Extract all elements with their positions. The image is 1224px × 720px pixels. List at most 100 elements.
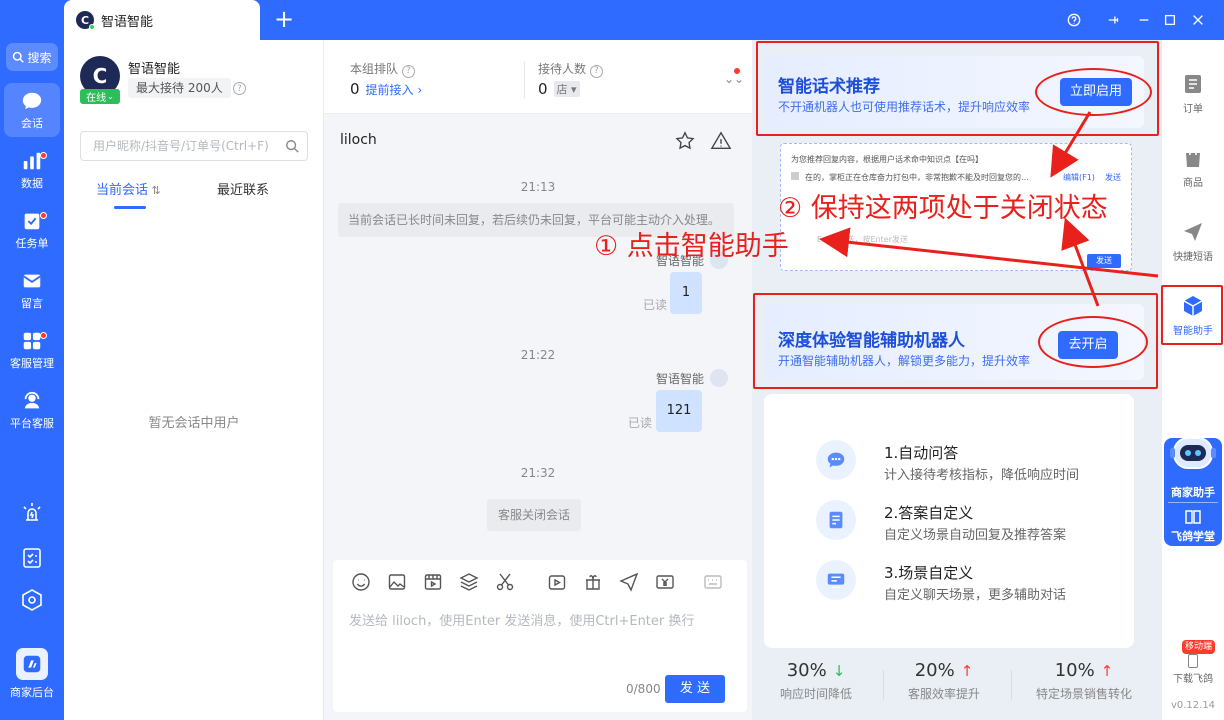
video-icon[interactable] [423,572,443,592]
feature-title: 3.场景自定义 [884,564,974,582]
merchant-assistant-widget[interactable]: 商家助手 飞鸽学堂 [1164,437,1222,546]
pin-icon[interactable] [1104,10,1124,30]
right-toolbar: 订单 商品 快捷短语 智能助手 商家助手 飞鸽学堂 移动端 下载飞鸽 v0.12… [1162,40,1224,720]
chat-panel: 本组排队 ? 0 提前接入 › 接待人数 ? 0 店 ▾ ⌄⌄ liloch 21:… [324,40,752,720]
close-icon[interactable] [1188,10,1208,30]
gift-icon[interactable] [583,572,603,592]
checklist-icon[interactable] [20,546,44,570]
annotation-step1: ① 点击智能助手 [594,231,789,262]
rightbar-item-quick-phrases[interactable]: 快捷短语 [1162,220,1224,263]
order-icon [1185,75,1201,93]
scene-edit-icon [816,560,856,600]
nav-item-label: 数据 [21,176,43,190]
max-reception: 最大接待 200人 [128,78,231,98]
nav-item-platform-cs[interactable]: 平台客服 [4,383,60,437]
alarm-icon[interactable] [20,500,44,524]
help-circle-icon[interactable]: ? [401,64,415,78]
reception-label: 接待人数 ? [538,60,603,78]
features-card: 1.自动问答 计入接待考核指标，降低响应时间 2.答案自定义 自定义场景自动回复… [764,394,1134,648]
store-tag[interactable]: 店 ▾ [553,81,580,97]
early-access-label: 提前接入 [365,82,414,97]
merchant-backend-logo-icon [16,648,48,680]
keyboard-icon[interactable] [703,572,723,592]
notification-dot [734,68,740,74]
early-access-link[interactable]: 提前接入 › [366,81,423,98]
reception-value: 0 [538,80,548,98]
tab-current-sessions[interactable]: 当前会话 ⇅ [96,179,161,198]
contact-search-input[interactable]: 用户昵称/抖音号/订单号(Ctrl+F) [80,131,308,161]
online-status-toggle[interactable]: 在线 ⌄ [80,89,120,104]
image-icon[interactable] [387,572,407,592]
title-bar: C 智语智能 + [64,0,1224,40]
metric-response-time: 30% ↓ 响应时间降低 [754,660,878,702]
metric-label: 响应时间降低 [779,687,852,701]
help-icon[interactable] [1064,10,1084,30]
layers-icon[interactable] [459,572,479,592]
message-composer: 发送给 liloch，使用Enter 发送消息，使用Ctrl+Enter 换行 … [333,560,747,712]
metric-value: 30% [786,660,827,681]
emoji-icon[interactable] [351,572,371,592]
send-button[interactable]: 发 送 [665,675,725,703]
tab-recent-contacts[interactable]: 最近联系 [217,179,269,198]
phone-icon [1188,654,1198,668]
chat-bubbles-icon [816,440,856,480]
preview-line: 为您推荐回复内容，根据用户话术命中知识点【在吗】 [791,155,983,164]
yuan-coupon-icon[interactable] [655,572,675,592]
nav-item-session[interactable]: 会话 [4,83,60,137]
collapse-chevron-icon[interactable]: ⌄⌄ [724,72,744,86]
compose-input[interactable]: 发送给 liloch，使用Enter 发送消息，使用Ctrl+Enter 换行 [349,610,694,629]
settings-hex-icon[interactable] [20,588,44,612]
help-circle-icon[interactable]: ? [589,64,603,78]
message-time: 21:32 [520,466,556,480]
message-bubble[interactable]: 1 [670,272,702,314]
nav-item-cs-management[interactable]: 客服管理 [4,323,60,377]
play-icon[interactable] [547,572,567,592]
metric-value: 10% [1054,660,1095,681]
reception-label-text: 接待人数 [538,62,587,76]
session-closed-message: 客服关闭会话 [487,499,581,531]
search-icon [286,140,299,153]
message-bubble[interactable]: 121 [656,390,702,432]
nav-search-label: 搜索 [27,50,52,65]
mail-icon [23,274,41,287]
send-plane-icon[interactable] [619,572,639,592]
feige-academy-label[interactable]: 飞鸽学堂 [1164,528,1222,544]
download-app-button[interactable]: 下载飞鸽 [1162,654,1224,685]
star-icon[interactable] [674,130,696,152]
tab-title: 智语智能 [101,14,154,30]
minimize-icon[interactable] [1134,10,1154,30]
nav-search-button[interactable]: 搜索 [6,43,58,71]
nav-item-messages[interactable]: 留言 [4,263,60,317]
sender-name: 智语智能 [655,371,704,386]
preview-send: 发送 [1105,173,1121,182]
metric-conversion: 10% ↑ 特定场景销售转化 [1022,660,1146,702]
headset-icon [24,391,40,408]
notification-dot [40,212,47,219]
avatar [710,369,728,387]
chat-icon [22,92,42,109]
stats-divider [524,62,525,98]
nav-item-data[interactable]: 数据 [4,143,60,197]
nav-item-label: 留言 [21,296,43,310]
nav-merchant-backend[interactable]: 商家后台 [4,648,60,708]
scissors-icon[interactable] [495,572,515,592]
add-tab-button[interactable]: + [270,6,298,34]
maximize-icon[interactable] [1160,10,1180,30]
metric-label: 特定场景销售转化 [1035,687,1132,701]
read-status: 已读 [643,298,668,312]
search-placeholder: 用户昵称/抖音号/订单号(Ctrl+F) [93,139,269,153]
shop-tab[interactable]: C 智语智能 [64,0,260,40]
rightbar-label: 快捷短语 [1173,252,1213,263]
left-navigation: 搜索 会话 数据 任务单 留言 客服管理 平台客服 商家后台 [0,0,64,720]
nav-item-tasks[interactable]: 任务单 [4,203,60,257]
message-time: 21:13 [520,180,556,194]
rightbar-item-orders[interactable]: 订单 [1162,72,1224,115]
active-tab-underline [114,206,146,209]
help-circle-icon[interactable]: ? [233,82,246,95]
rightbar-item-products[interactable]: 商品 [1162,146,1224,189]
warning-icon[interactable] [710,130,732,152]
queue-value-row: 0 提前接入 › [350,80,422,98]
annotation-box-smart-assistant [1161,285,1223,345]
contacts-panel: C 在线 ⌄ 智语智能 最大接待 200人 ? 用户昵称/抖音号/订单号(Ctrl… [64,40,324,720]
metric-value: 20% [914,660,955,681]
